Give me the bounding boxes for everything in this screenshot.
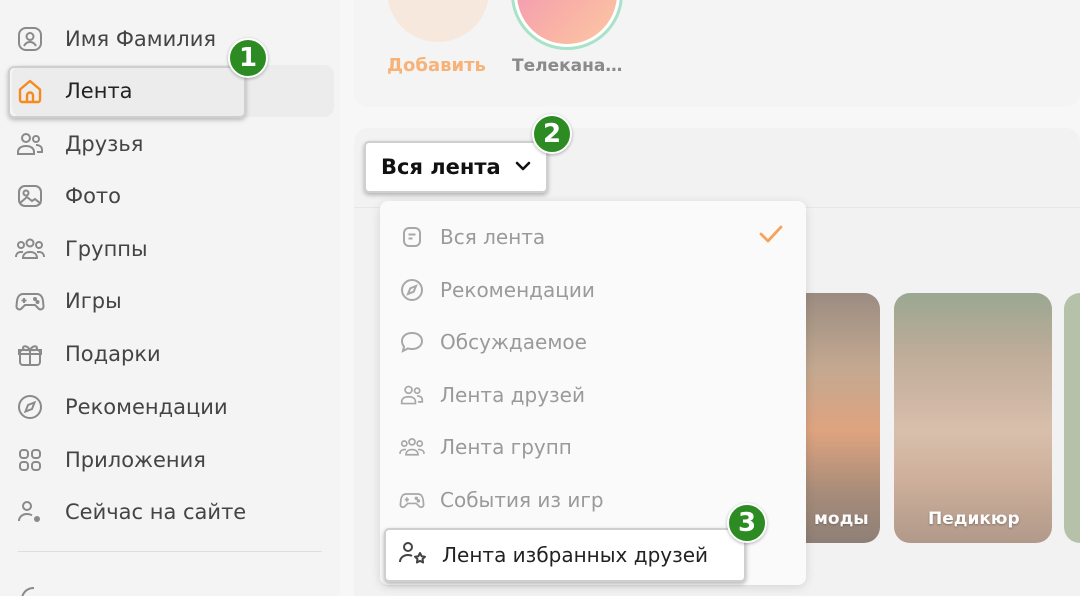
gamepad-icon [398, 486, 426, 514]
menu-item-label: Лента избранных друзей [442, 543, 709, 567]
partial-icon [16, 584, 44, 596]
sidebar-item-groups[interactable]: Группы [12, 223, 334, 275]
feed-card-next[interactable] [1064, 293, 1080, 543]
step-badge-2: 2 [532, 114, 572, 154]
menu-item-discussed[interactable]: Обсуждаемое [398, 322, 587, 362]
sidebar-item-profile[interactable]: Имя Фамилия [12, 13, 334, 65]
highlight-frame [8, 66, 246, 118]
menu-item-favorite-friends[interactable]: Лента избранных друзей [384, 528, 746, 582]
compass-icon [398, 276, 426, 304]
step-badge-3: 3 [727, 503, 767, 543]
sidebar-item-apps[interactable]: Приложения [12, 434, 334, 486]
gift-icon [12, 336, 48, 372]
menu-item-label: Вся лента [440, 225, 546, 249]
groups-icon [12, 231, 48, 267]
sidebar-item-friends[interactable]: Друзья [12, 118, 334, 170]
feed-card-pedicure[interactable]: Педикюр [894, 293, 1052, 543]
groups-icon [398, 433, 426, 461]
sidebar-item-label: Группы [65, 237, 148, 261]
sidebar-item-label: Игры [65, 289, 122, 313]
apps-icon [12, 442, 48, 478]
menu-item-label: Обсуждаемое [440, 330, 587, 354]
menu-item-all-feed[interactable]: Вся лента [398, 217, 545, 257]
add-story-label[interactable]: Добавить [387, 55, 486, 76]
friends-icon [398, 381, 426, 409]
document-icon [398, 223, 426, 251]
sidebar-item-games[interactable]: Игры [12, 275, 334, 327]
sidebar-item-label: Друзья [65, 132, 144, 156]
sidebar-item-label: Приложения [65, 448, 206, 472]
menu-item-recommendations[interactable]: Рекомендации [398, 270, 595, 310]
card-label: Педикюр [928, 509, 1020, 529]
sidebar-item-photo[interactable]: Фото [12, 170, 334, 222]
menu-item-label: Лента друзей [440, 383, 585, 407]
friends-icon [12, 126, 48, 162]
menu-item-label: Рекомендации [440, 278, 595, 302]
compass-icon [12, 389, 48, 425]
sidebar-item-label: Рекомендации [65, 395, 228, 419]
sidebar-item-label: Сейчас на сайте [65, 500, 247, 524]
chevron-down-icon [515, 158, 531, 176]
sidebar-item-label: Подарки [65, 342, 161, 366]
feed-filter-dropdown[interactable]: Вся лента [364, 141, 548, 193]
feed-filter-label: Вся лента [381, 155, 501, 179]
sidebar-divider [18, 551, 322, 552]
sidebar-item-label: Имя Фамилия [65, 27, 216, 51]
menu-item-label: События из игр [440, 488, 604, 512]
menu-item-label: Лента групп [440, 435, 572, 459]
menu-item-groups-feed[interactable]: Лента групп [398, 427, 572, 467]
gamepad-icon [12, 283, 48, 319]
story-label[interactable]: Телекана… [512, 56, 622, 76]
sidebar-item-label: Фото [65, 184, 122, 208]
photo-icon [12, 178, 48, 214]
sidebar-item-recommendations[interactable]: Рекомендации [12, 381, 334, 433]
user-icon [12, 21, 48, 57]
favorite-friend-icon [398, 540, 428, 571]
checkmark-icon [758, 224, 784, 249]
sidebar-item-gifts[interactable]: Подарки [12, 328, 334, 380]
sidebar-item-online[interactable]: Сейчас на сайте [12, 486, 334, 538]
step-badge-1: 1 [228, 38, 268, 78]
menu-item-game-events[interactable]: События из игр [398, 480, 604, 520]
sidebar: Имя Фамилия Лента Друзья Фото Группы Игр… [0, 0, 340, 596]
chat-bubble-icon [398, 328, 426, 356]
menu-item-friends-feed[interactable]: Лента друзей [398, 375, 585, 415]
card-label: моды [814, 509, 869, 529]
online-user-icon [12, 494, 48, 530]
